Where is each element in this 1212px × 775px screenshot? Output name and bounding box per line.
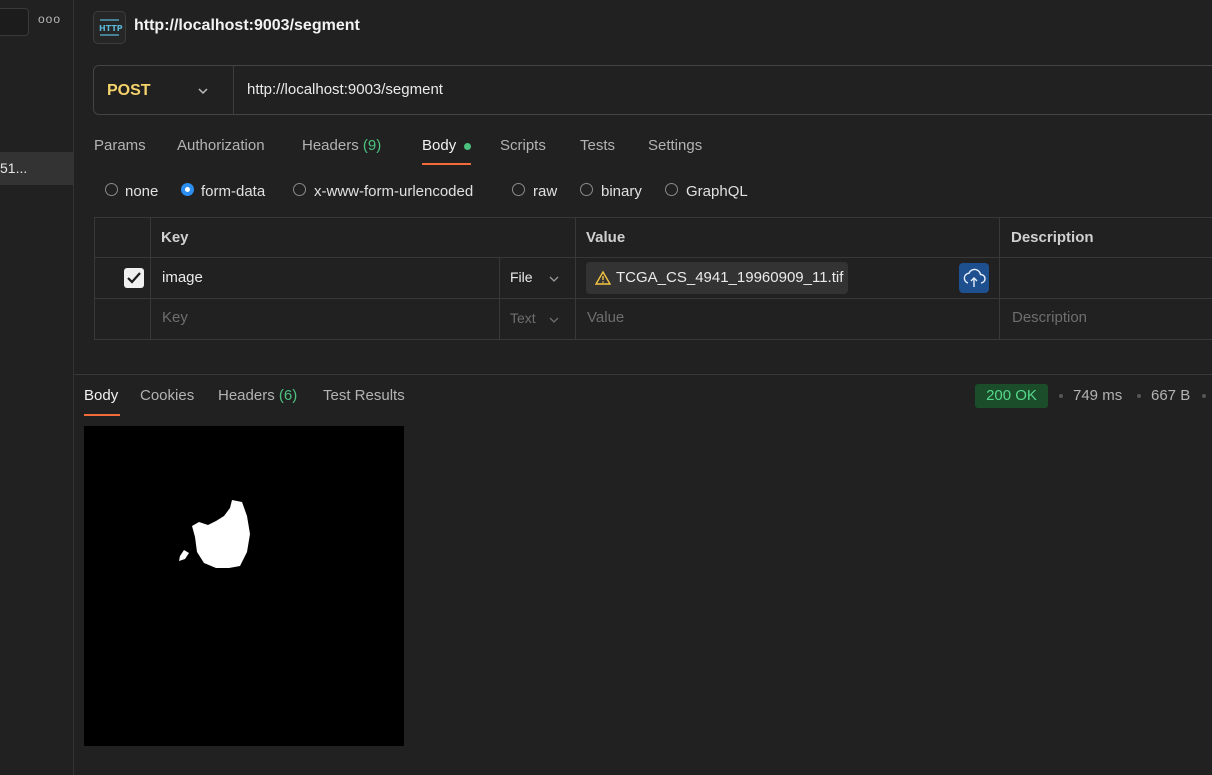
response-tab-headers-label: Headers [218, 387, 275, 404]
response-tab-headers[interactable]: Headers (6) [218, 387, 297, 404]
radio-form-data[interactable] [181, 183, 194, 196]
column-header-key: Key [161, 229, 189, 246]
divider [499, 257, 500, 340]
response-tab-test-results[interactable]: Test Results [323, 387, 405, 404]
tab-scripts[interactable]: Scripts [500, 137, 546, 154]
sidebar [0, 0, 74, 775]
sidebar-search-input[interactable] [0, 8, 29, 36]
radio-none-label: none [125, 183, 159, 200]
radio-binary-label: binary [601, 183, 642, 200]
description-placeholder[interactable]: Description [1012, 309, 1087, 326]
column-header-value: Value [586, 229, 626, 246]
warning-icon [594, 270, 612, 286]
radio-raw[interactable] [512, 183, 525, 196]
divider [94, 298, 1212, 299]
radio-form-data-label: form-data [201, 183, 266, 200]
tab-authorization[interactable]: Authorization [177, 137, 265, 154]
divider [233, 66, 234, 114]
radio-urlencoded[interactable] [293, 183, 306, 196]
http-icon: HTTP [93, 11, 126, 44]
response-tab-cookies[interactable]: Cookies [140, 387, 194, 404]
response-time[interactable]: 749 ms [1073, 387, 1122, 404]
cloud-upload-icon[interactable] [959, 263, 989, 293]
active-tab-indicator [422, 163, 471, 165]
row-key[interactable]: image [162, 269, 203, 286]
radio-raw-label: raw [533, 183, 558, 200]
radio-binary[interactable] [580, 183, 593, 196]
response-tab-body[interactable]: Body [84, 387, 118, 404]
separator-dot [1137, 394, 1141, 398]
row-type-select[interactable]: File [510, 269, 533, 285]
radio-urlencoded-label: x-www-form-urlencoded [314, 183, 474, 200]
divider [999, 217, 1000, 340]
separator-dot [1059, 394, 1063, 398]
request-title: http://localhost:9003/segment [134, 17, 360, 34]
key-placeholder[interactable]: Key [162, 309, 188, 326]
svg-text:HTTP: HTTP [99, 24, 123, 33]
chevron-down-icon[interactable] [548, 272, 560, 284]
tab-headers-label: Headers [302, 137, 359, 154]
row-type-select[interactable]: Text [510, 310, 536, 326]
radio-graphql[interactable] [665, 183, 678, 196]
response-image [84, 426, 404, 746]
tab-body[interactable]: Body [422, 137, 456, 154]
tab-headers-count: (9) [362, 137, 382, 154]
divider [150, 217, 151, 340]
radio-graphql-label: GraphQL [686, 183, 748, 200]
file-name: TCGA_CS_4941_19960909_11.tif [616, 269, 844, 286]
url-input[interactable]: http://localhost:9003/segment [247, 81, 443, 98]
value-placeholder[interactable]: Value [587, 309, 624, 326]
separator-dot [1202, 394, 1206, 398]
chevron-down-icon[interactable] [548, 313, 560, 325]
chevron-down-icon[interactable] [196, 84, 210, 98]
active-tab-indicator [84, 414, 120, 416]
radio-none[interactable] [105, 183, 118, 196]
sidebar-item-label: 51... [0, 160, 28, 176]
more-icon[interactable]: ooo [38, 12, 60, 30]
response-tab-headers-count: (6) [278, 387, 298, 404]
status-badge[interactable]: 200 OK [975, 384, 1048, 408]
modified-dot-icon [464, 143, 471, 150]
divider [74, 374, 1212, 375]
divider [94, 257, 1212, 258]
method-select[interactable]: POST [107, 82, 151, 100]
tab-tests[interactable]: Tests [580, 137, 615, 154]
tab-headers[interactable]: Headers (9) [302, 137, 381, 154]
tab-settings[interactable]: Settings [648, 137, 702, 154]
checkbox-icon[interactable] [124, 268, 144, 288]
tab-params[interactable]: Params [94, 137, 146, 154]
column-header-description: Description [1011, 229, 1094, 246]
divider [575, 217, 576, 340]
response-size[interactable]: 667 B [1151, 387, 1190, 404]
